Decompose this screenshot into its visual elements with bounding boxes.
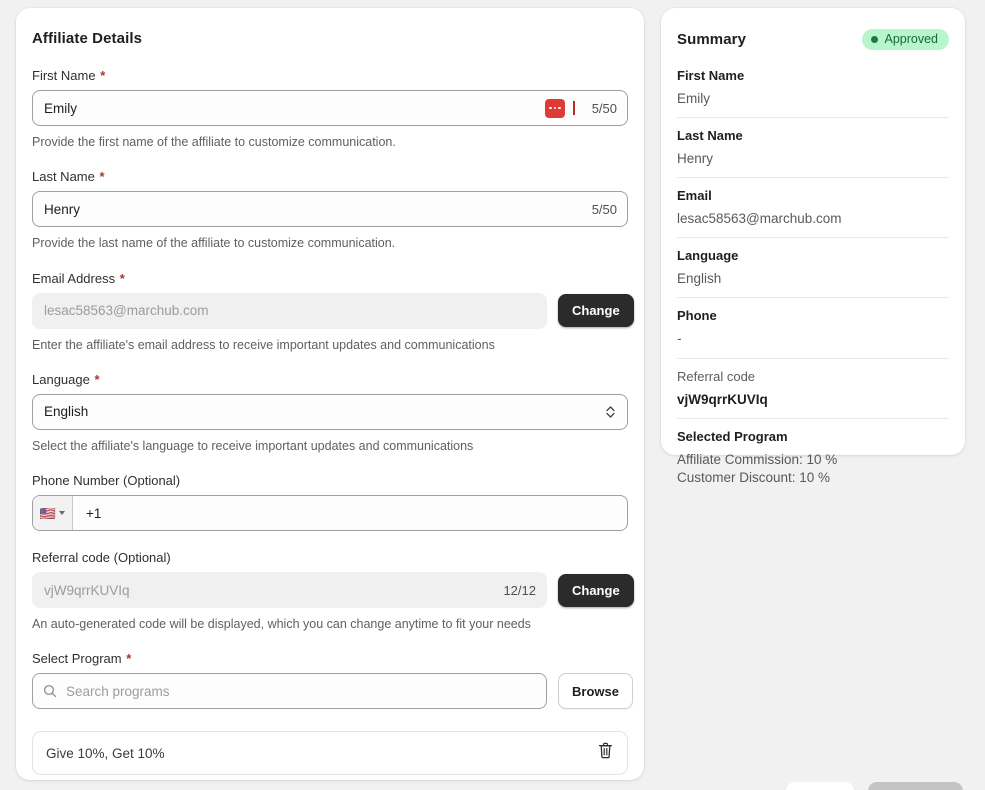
summary-key: Email — [677, 188, 949, 203]
summary-key: Phone — [677, 308, 949, 323]
field-phone: Phone Number (Optional) 🇺🇸 +1 — [32, 473, 628, 531]
email-label: Email Address * — [32, 271, 628, 286]
field-language: Language * English Select the affiliate'… — [32, 372, 628, 454]
text-cursor-icon — [573, 101, 575, 115]
summary-value: lesac58563@marchub.com — [677, 210, 949, 228]
summary-value: vjW9qrrKUVIq — [677, 391, 949, 409]
referral-code-field: vjW9qrrKUVIq 12/12 — [32, 572, 547, 608]
last-name-row: Henry 5/50 — [32, 191, 628, 227]
email-field: lesac58563@marchub.com — [32, 293, 547, 329]
page-root: Affiliate Details First Name * Emily 5/5… — [0, 0, 985, 790]
first-name-counter: 5/50 — [592, 101, 617, 116]
summary-key: First Name — [677, 68, 949, 83]
submit-button[interactable] — [868, 782, 963, 790]
country-selector[interactable]: 🇺🇸 — [33, 496, 73, 530]
chevron-up-down-icon — [605, 404, 616, 420]
bottom-action-bar — [0, 782, 985, 790]
required-asterisk: * — [94, 372, 99, 387]
required-asterisk: * — [126, 651, 131, 666]
summary-value: English — [677, 270, 949, 288]
language-select[interactable]: English — [32, 394, 628, 430]
typing-dots-icon — [545, 99, 565, 118]
email-row: lesac58563@marchub.com Change — [32, 293, 628, 329]
affiliate-details-card: Affiliate Details First Name * Emily 5/5… — [16, 8, 644, 780]
field-select-program: Select Program * Search programs Browse … — [32, 651, 628, 775]
first-name-value: Emily — [44, 101, 545, 116]
first-name-row: Emily 5/50 — [32, 90, 628, 126]
summary-header: Summary Approved — [677, 29, 949, 50]
trash-icon[interactable] — [598, 742, 613, 764]
last-name-helper: Provide the last name of the affiliate t… — [32, 235, 628, 251]
summary-row-selected-program: Selected Program Affiliate Commission: 1… — [677, 429, 949, 496]
first-name-input[interactable]: Emily 5/50 — [32, 90, 628, 126]
summary-row-language: Language English — [677, 248, 949, 298]
selected-program-row: Give 10%, Get 10% — [32, 731, 628, 775]
email-helper: Enter the affiliate's email address to r… — [32, 337, 628, 353]
summary-row-last-name: Last Name Henry — [677, 128, 949, 178]
page-title: Affiliate Details — [32, 30, 628, 47]
search-programs-placeholder: Search programs — [66, 684, 536, 699]
status-badge-label: Approved — [884, 33, 938, 46]
summary-row-phone: Phone - — [677, 308, 949, 358]
language-helper: Select the affiliate's language to recei… — [32, 438, 628, 454]
referral-code-placeholder: vjW9qrrKUVIq — [44, 583, 495, 598]
referral-code-label: Referral code (Optional) — [32, 550, 628, 565]
phone-input[interactable]: +1 — [73, 496, 627, 530]
summary-value: - — [677, 330, 949, 348]
summary-card: Summary Approved First Name Emily Last N… — [661, 8, 965, 455]
change-referral-code-button[interactable]: Change — [558, 574, 634, 607]
summary-value: Henry — [677, 150, 949, 168]
flag-us-icon: 🇺🇸 — [40, 507, 56, 520]
summary-row-email: Email lesac58563@marchub.com — [677, 188, 949, 238]
summary-row-first-name: First Name Emily — [677, 68, 949, 118]
first-name-label: First Name * — [32, 68, 628, 83]
search-icon — [43, 684, 57, 698]
referral-code-counter: 12/12 — [503, 583, 536, 598]
status-dot-icon — [871, 36, 878, 43]
last-name-value: Henry — [44, 202, 584, 217]
last-name-input[interactable]: Henry 5/50 — [32, 191, 628, 227]
referral-code-row: vjW9qrrKUVIq 12/12 Change — [32, 572, 628, 608]
search-programs-input[interactable]: Search programs — [32, 673, 547, 709]
selected-program-name: Give 10%, Get 10% — [46, 746, 165, 761]
required-asterisk: * — [100, 169, 105, 184]
last-name-label: Last Name * — [32, 169, 628, 184]
program-search-row: Search programs Browse — [32, 673, 628, 709]
status-badge: Approved — [862, 29, 949, 50]
first-name-helper: Provide the first name of the affiliate … — [32, 134, 628, 150]
field-referral-code: Referral code (Optional) vjW9qrrKUVIq 12… — [32, 550, 628, 632]
select-program-label: Select Program * — [32, 651, 628, 666]
summary-key: Language — [677, 248, 949, 263]
summary-key: Referral code — [677, 369, 949, 384]
cancel-button[interactable] — [786, 782, 854, 790]
required-asterisk: * — [100, 68, 105, 83]
field-first-name: First Name * Emily 5/50 Provide the firs… — [32, 68, 628, 150]
field-email: Email Address * lesac58563@marchub.com C… — [32, 271, 628, 353]
summary-row-referral-code: Referral code vjW9qrrKUVIq — [677, 369, 949, 419]
last-name-counter: 5/50 — [592, 202, 617, 217]
field-last-name: Last Name * Henry 5/50 Provide the last … — [32, 169, 628, 251]
summary-key: Last Name — [677, 128, 949, 143]
browse-programs-button[interactable]: Browse — [558, 673, 633, 709]
referral-code-helper: An auto-generated code will be displayed… — [32, 616, 628, 632]
language-label: Language * — [32, 372, 628, 387]
phone-input-group: 🇺🇸 +1 — [32, 495, 628, 531]
required-asterisk: * — [120, 271, 125, 286]
chevron-down-icon — [59, 511, 65, 515]
email-placeholder: lesac58563@marchub.com — [44, 303, 536, 318]
summary-value: Emily — [677, 90, 949, 108]
language-value: English — [44, 404, 605, 419]
summary-value: Affiliate Commission: 10 % Customer Disc… — [677, 451, 949, 487]
summary-key: Selected Program — [677, 429, 949, 444]
phone-label: Phone Number (Optional) — [32, 473, 628, 488]
summary-title: Summary — [677, 31, 746, 48]
change-email-button[interactable]: Change — [558, 294, 634, 327]
